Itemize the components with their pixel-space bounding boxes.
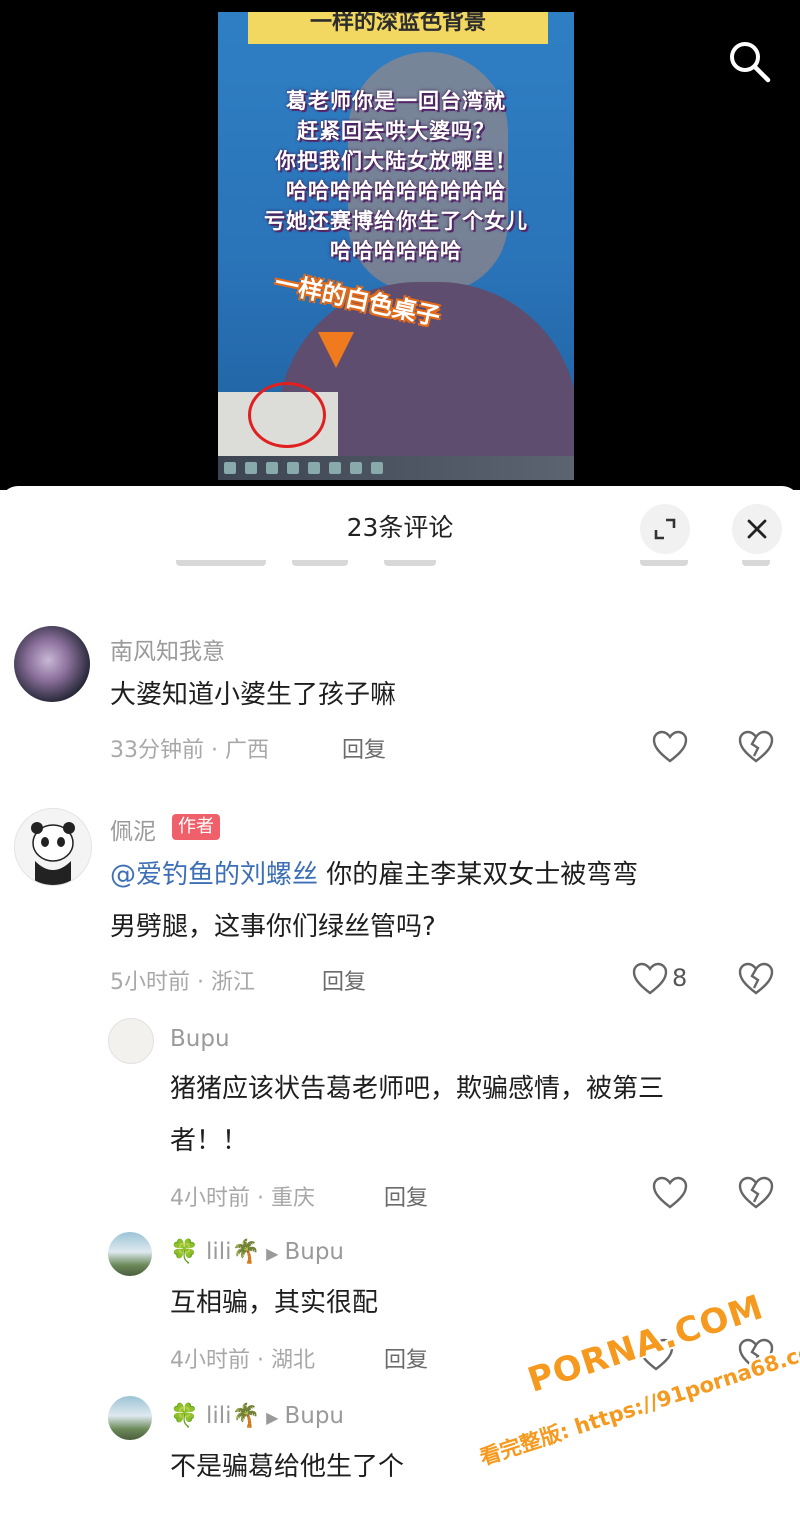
video-caption-line: 亏她还赛博给你生了个女儿 [264,209,528,233]
comment-username[interactable]: 南风知我意 [110,632,225,666]
reply-button[interactable]: 回复 [384,1180,428,1212]
like-count: 8 [672,964,688,992]
reply-username[interactable]: 🍀 lili🌴 ▶ Bupu [170,1402,344,1429]
reply-arrow-icon: ▶ [266,1244,279,1263]
avatar[interactable] [108,1018,154,1064]
reply-to-username[interactable]: Bupu [284,1239,344,1265]
reply-arrow-icon: ▶ [266,1408,279,1427]
reply-text: 互相骗，其实很配 [170,1288,379,1318]
comment-time-location: 33分钟前 · 广西 [110,738,269,763]
like-heart-icon[interactable] [632,962,668,996]
avatar[interactable] [14,808,92,886]
close-icon [747,519,767,539]
like-heart-icon[interactable] [652,730,688,764]
video-caption-line: 你把我们大陆女放哪里！ [275,149,517,173]
video-caption-top: 一样的深蓝色背景 [248,12,548,44]
reply-text: 不是骗葛给他生了个 [170,1452,405,1482]
reply-button[interactable]: 回复 [384,1342,428,1374]
arrow-down-icon [318,332,354,368]
reply-button[interactable]: 回复 [342,732,386,764]
reply-username[interactable]: 🍀 lili🌴 ▶ Bupu [170,1238,344,1265]
taskbar [218,456,574,480]
video-frame: 一样的深蓝色背景 葛老师你是一回台湾就 赶紧回去哄大婆吗？ 你把我们大陆女放哪里… [218,12,574,480]
red-circle-highlight [248,382,326,448]
dislike-broken-heart-icon[interactable] [738,962,774,996]
partially-hidden-comment-row [0,560,800,576]
reply-text: 猪猪应该状告葛老师吧，欺骗感情，被第三 [170,1074,665,1104]
collapse-button[interactable] [640,504,690,554]
dislike-broken-heart-icon[interactable] [738,1176,774,1210]
comment-username[interactable]: 佩泥 [110,812,156,846]
reply-time-location: 4小时前 · 湖北 [170,1348,315,1373]
panda-avatar-icon [31,822,75,885]
comment-text: 大婆知道小婆生了孩子嘛 [110,680,397,710]
reply-to-username[interactable]: Bupu [284,1403,344,1429]
search-icon[interactable] [724,36,774,86]
video-player[interactable]: 一样的深蓝色背景 葛老师你是一回台湾就 赶紧回去哄大婆吗？ 你把我们大陆女放哪里… [0,0,800,490]
comment-text-part: 你的雇主李某双女士被弯弯 [318,860,639,890]
author-badge: 作者 [172,814,220,840]
comment-time-location: 5小时前 · 浙江 [110,970,255,995]
avatar[interactable] [108,1396,152,1440]
reply-username[interactable]: Bupu [170,1026,230,1052]
reply-button[interactable]: 回复 [322,964,366,996]
reply-time-location: 4小时前 · 重庆 [170,1186,315,1211]
collapse-icon [654,518,676,540]
avatar[interactable] [108,1232,152,1276]
avatar[interactable] [14,626,90,702]
mention-link[interactable]: @爱钓鱼的刘螺丝 [110,860,318,890]
video-caption-line: 赶紧回去哄大婆吗？ [297,119,495,143]
reply-text-line2: 者！！ [170,1126,249,1156]
video-caption-line: 哈哈哈哈哈哈哈哈哈哈 [286,179,506,203]
comment-text: @爱钓鱼的刘螺丝 你的雇主李某双女士被弯弯 [110,852,638,898]
like-heart-icon[interactable] [652,1176,688,1210]
dislike-broken-heart-icon[interactable] [738,730,774,764]
comment-text-line2: 男劈腿，这事你们绿丝管吗? [110,912,436,942]
video-caption-line: 葛老师你是一回台湾就 [286,89,506,113]
close-button[interactable] [732,504,782,554]
